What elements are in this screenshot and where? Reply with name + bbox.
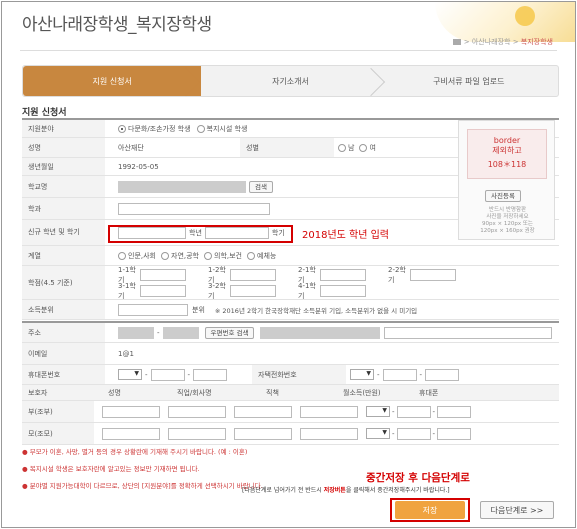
gpa-3-1[interactable] xyxy=(140,285,186,297)
mother-name[interactable] xyxy=(102,427,160,440)
grade-callout-box xyxy=(108,225,293,243)
email-value: 1@1 xyxy=(118,349,134,358)
header-decoration xyxy=(435,2,575,42)
school-input[interactable] xyxy=(118,180,246,193)
notice-item: ● 복지시설 학생은 보호자란에 알고있는 정보만 기재하면 됩니다. xyxy=(22,465,200,473)
gpa-2-2[interactable] xyxy=(410,269,456,281)
mother-job[interactable] xyxy=(168,427,226,440)
father-phone-mid[interactable] xyxy=(396,405,431,418)
mobile-last[interactable] xyxy=(193,368,228,381)
father-name[interactable] xyxy=(102,405,160,418)
major-input[interactable] xyxy=(118,202,270,215)
gpa-3-2[interactable] xyxy=(230,285,276,297)
row-track: 계열 인문,사회 자연,공학 의학,보건 예체능 xyxy=(22,246,559,266)
row-phone: 휴대폰번호 - - 자택전화번호 - - xyxy=(22,365,559,385)
name-value: 아산재단 xyxy=(118,143,144,152)
step-self-intro[interactable]: 자기소개서 xyxy=(201,66,385,97)
home-last[interactable] xyxy=(425,368,460,381)
income-input[interactable] xyxy=(118,303,188,316)
radio-multicultural[interactable] xyxy=(118,124,126,133)
save-reminder: [다음단계로 넘어가기 전 반드시 저장버튼을 클릭해서 중간저장해주시기 바랍… xyxy=(242,487,450,494)
school-search-button[interactable]: 검색 xyxy=(249,180,273,193)
gpa-4-1[interactable] xyxy=(320,285,366,297)
address-2[interactable] xyxy=(384,326,553,339)
address-1[interactable] xyxy=(260,326,381,339)
mobile-mid[interactable] xyxy=(150,368,185,381)
row-gpa: 학점(4.5 기준) 1-1학기 1-2학기 2-1학기 2-2학기 3-1학기… xyxy=(22,266,559,300)
gpa-1-2[interactable] xyxy=(230,269,276,281)
page-title: 아산나래장학생_복지장학생 xyxy=(22,15,212,35)
step-upload[interactable]: 구비서류 파일 업로드 xyxy=(380,66,558,96)
birth-value: 1992-05-05 xyxy=(118,162,159,171)
breadcrumb-parent[interactable]: 아산나래장학 xyxy=(472,38,511,46)
save-button[interactable]: 저장 xyxy=(395,501,465,519)
radio-track-humanities[interactable] xyxy=(118,251,126,260)
guardian-row-mother: 모(조모) - - xyxy=(22,423,559,445)
radio-male[interactable] xyxy=(338,143,346,152)
guardian-header: 보호자 성명 직업/회사명 직책 월소득(만원) 휴대폰 xyxy=(22,385,559,401)
income-note: ※ 2016년 2학기 한국장학재단 소득분위 기입, 소득분위가 없을 시 미… xyxy=(214,306,418,315)
step-navigation: 지원 신청서 자기소개서 구비서류 파일 업로드 xyxy=(22,65,559,97)
father-job[interactable] xyxy=(168,405,226,418)
next-step-button[interactable]: 다음단계로 >> xyxy=(480,501,554,519)
radio-female[interactable] xyxy=(359,143,368,152)
mother-income[interactable] xyxy=(300,427,358,440)
mother-phone-mid[interactable] xyxy=(396,427,431,440)
postcode-1[interactable] xyxy=(118,326,154,339)
radio-track-arts[interactable] xyxy=(247,251,255,260)
section-title: 지원 신청서 xyxy=(22,108,67,118)
mother-position[interactable] xyxy=(234,427,292,440)
breadcrumb-current: 복지장학생 xyxy=(520,38,553,46)
next-step-hint: 중간저장 후 다음단계로 xyxy=(366,472,470,484)
gpa-2-1[interactable] xyxy=(320,269,366,281)
radio-welfare-facility[interactable] xyxy=(196,124,205,133)
row-address: 주소 - 우편번호 검색 xyxy=(22,323,559,343)
home-icon[interactable] xyxy=(452,39,461,45)
notice-item: ● 부모가 이혼, 사망, 별거 등의 경우 상황란에 기재해 주시기 바랍니다… xyxy=(22,448,248,456)
gpa-1-1[interactable] xyxy=(140,269,186,281)
step-application[interactable]: 지원 신청서 xyxy=(23,66,202,97)
father-income[interactable] xyxy=(300,405,358,418)
mother-phone-last[interactable] xyxy=(437,427,472,440)
father-phone-last[interactable] xyxy=(437,405,472,418)
father-phone-prefix[interactable] xyxy=(366,406,390,417)
father-position[interactable] xyxy=(234,405,292,418)
breadcrumb: > 아산나래장학 > 복지장학생 xyxy=(452,37,553,47)
photo-note: 반드시 반명함판 사진을 저장하세요 90px × 120px 또는 120px… xyxy=(480,207,535,234)
grade-callout-text: 2018년도 학년 입력 xyxy=(302,230,390,241)
photo-placeholder: border 제외하고 108＊118 xyxy=(467,129,547,179)
radio-track-medical[interactable] xyxy=(204,251,212,260)
row-email: 이메일 1@1 xyxy=(22,343,559,365)
window: 아산나래장학생_복지장학생 > 아산나래장학 > 복지장학생 지원 신청서 자기… xyxy=(1,1,576,528)
row-income: 소득분위 분위 ※ 2016년 2학기 한국장학재단 소득분위 기입, 소득분위… xyxy=(22,300,559,320)
mother-phone-prefix[interactable] xyxy=(366,428,390,439)
postcode-search-button[interactable]: 우편번호 검색 xyxy=(204,326,255,339)
photo-register-button[interactable]: 사진등록 xyxy=(485,190,521,202)
home-mid[interactable] xyxy=(382,368,417,381)
radio-track-science[interactable] xyxy=(161,251,169,260)
guardian-row-father: 부(조부) - - xyxy=(22,401,559,423)
postcode-2[interactable] xyxy=(162,326,199,339)
home-prefix-select[interactable] xyxy=(350,369,374,380)
mobile-prefix-select[interactable] xyxy=(118,369,142,380)
photo-panel: border 제외하고 108＊118 사진등록 반드시 반명함판 사진을 저장… xyxy=(458,120,555,240)
